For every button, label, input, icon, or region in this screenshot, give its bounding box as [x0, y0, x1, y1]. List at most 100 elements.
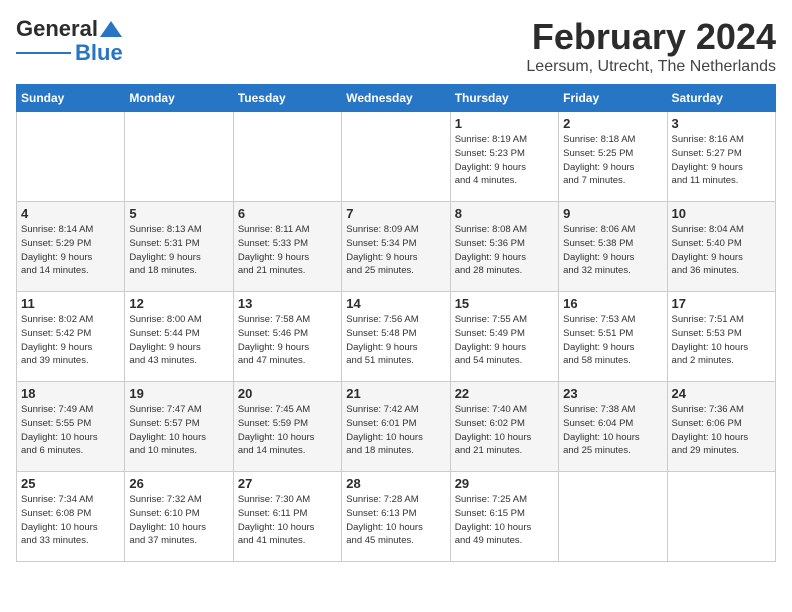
calendar-day-cell: 21 Sunrise: 7:42 AM Sunset: 6:01 PM Dayli…: [342, 382, 450, 472]
day-number: 2: [563, 116, 662, 131]
day-info: Sunrise: 7:45 AM Sunset: 5:59 PM Dayligh…: [238, 403, 337, 458]
day-number: 19: [129, 386, 228, 401]
calendar-day-cell: 1 Sunrise: 8:19 AM Sunset: 5:23 PM Daylig…: [450, 112, 558, 202]
day-info: Sunrise: 7:38 AM Sunset: 6:04 PM Dayligh…: [563, 403, 662, 458]
day-number: 26: [129, 476, 228, 491]
weekday-header: Sunday: [17, 85, 125, 112]
calendar-day-cell: 2 Sunrise: 8:18 AM Sunset: 5:25 PM Daylig…: [559, 112, 667, 202]
calendar-day-cell: 23 Sunrise: 7:38 AM Sunset: 6:04 PM Dayli…: [559, 382, 667, 472]
day-number: 27: [238, 476, 337, 491]
day-number: 8: [455, 206, 554, 221]
calendar-day-cell: 19 Sunrise: 7:47 AM Sunset: 5:57 PM Dayli…: [125, 382, 233, 472]
day-number: 28: [346, 476, 445, 491]
calendar-day-cell: 14 Sunrise: 7:56 AM Sunset: 5:48 PM Dayli…: [342, 292, 450, 382]
day-info: Sunrise: 8:04 AM Sunset: 5:40 PM Dayligh…: [672, 223, 771, 278]
calendar-empty-cell: [125, 112, 233, 202]
day-number: 25: [21, 476, 120, 491]
calendar-day-cell: 16 Sunrise: 7:53 AM Sunset: 5:51 PM Dayli…: [559, 292, 667, 382]
day-info: Sunrise: 7:55 AM Sunset: 5:49 PM Dayligh…: [455, 313, 554, 368]
calendar-day-cell: 4Sunrise: 8:14 AM Sunset: 5:29 PM Daylig…: [17, 202, 125, 292]
day-info: Sunrise: 7:56 AM Sunset: 5:48 PM Dayligh…: [346, 313, 445, 368]
day-number: 9: [563, 206, 662, 221]
logo-general: General: [16, 16, 98, 42]
weekday-header: Thursday: [450, 85, 558, 112]
day-number: 15: [455, 296, 554, 311]
calendar-day-cell: 9 Sunrise: 8:06 AM Sunset: 5:38 PM Daylig…: [559, 202, 667, 292]
day-info: Sunrise: 7:58 AM Sunset: 5:46 PM Dayligh…: [238, 313, 337, 368]
day-info: Sunrise: 7:49 AM Sunset: 5:55 PM Dayligh…: [21, 403, 120, 458]
day-info: Sunrise: 8:11 AM Sunset: 5:33 PM Dayligh…: [238, 223, 337, 278]
day-info: Sunrise: 7:53 AM Sunset: 5:51 PM Dayligh…: [563, 313, 662, 368]
day-info: Sunrise: 8:09 AM Sunset: 5:34 PM Dayligh…: [346, 223, 445, 278]
calendar-empty-cell: [342, 112, 450, 202]
day-number: 3: [672, 116, 771, 131]
day-number: 4: [21, 206, 120, 221]
day-info: Sunrise: 7:25 AM Sunset: 6:15 PM Dayligh…: [455, 493, 554, 548]
day-info: Sunrise: 8:06 AM Sunset: 5:38 PM Dayligh…: [563, 223, 662, 278]
calendar-day-cell: 5Sunrise: 8:13 AM Sunset: 5:31 PM Daylig…: [125, 202, 233, 292]
calendar-day-cell: 26 Sunrise: 7:32 AM Sunset: 6:10 PM Dayli…: [125, 472, 233, 562]
day-number: 7: [346, 206, 445, 221]
day-number: 10: [672, 206, 771, 221]
calendar-week-row: 1 Sunrise: 8:19 AM Sunset: 5:23 PM Daylig…: [17, 112, 776, 202]
day-number: 20: [238, 386, 337, 401]
calendar-title: February 2024: [526, 16, 776, 58]
day-number: 23: [563, 386, 662, 401]
day-info: Sunrise: 8:13 AM Sunset: 5:31 PM Dayligh…: [129, 223, 228, 278]
logo-blue: Blue: [75, 40, 123, 66]
day-info: Sunrise: 7:28 AM Sunset: 6:13 PM Dayligh…: [346, 493, 445, 548]
calendar-day-cell: 11 Sunrise: 8:02 AM Sunset: 5:42 PM Dayli…: [17, 292, 125, 382]
day-info: Sunrise: 7:32 AM Sunset: 6:10 PM Dayligh…: [129, 493, 228, 548]
day-number: 12: [129, 296, 228, 311]
calendar-week-row: 11 Sunrise: 8:02 AM Sunset: 5:42 PM Dayli…: [17, 292, 776, 382]
calendar-day-cell: 8Sunrise: 8:08 AM Sunset: 5:36 PM Daylig…: [450, 202, 558, 292]
calendar-day-cell: 18 Sunrise: 7:49 AM Sunset: 5:55 PM Dayli…: [17, 382, 125, 472]
day-info: Sunrise: 7:34 AM Sunset: 6:08 PM Dayligh…: [21, 493, 120, 548]
day-info: Sunrise: 8:16 AM Sunset: 5:27 PM Dayligh…: [672, 133, 771, 188]
day-info: Sunrise: 8:18 AM Sunset: 5:25 PM Dayligh…: [563, 133, 662, 188]
day-number: 18: [21, 386, 120, 401]
calendar-week-row: 18 Sunrise: 7:49 AM Sunset: 5:55 PM Dayli…: [17, 382, 776, 472]
logo-underline: [16, 52, 71, 54]
day-number: 11: [21, 296, 120, 311]
day-info: Sunrise: 7:36 AM Sunset: 6:06 PM Dayligh…: [672, 403, 771, 458]
calendar-week-row: 4Sunrise: 8:14 AM Sunset: 5:29 PM Daylig…: [17, 202, 776, 292]
day-info: Sunrise: 8:02 AM Sunset: 5:42 PM Dayligh…: [21, 313, 120, 368]
calendar-day-cell: 7 Sunrise: 8:09 AM Sunset: 5:34 PM Daylig…: [342, 202, 450, 292]
day-number: 29: [455, 476, 554, 491]
calendar-day-cell: 24 Sunrise: 7:36 AM Sunset: 6:06 PM Dayli…: [667, 382, 775, 472]
calendar-day-cell: 10 Sunrise: 8:04 AM Sunset: 5:40 PM Dayli…: [667, 202, 775, 292]
day-info: Sunrise: 7:42 AM Sunset: 6:01 PM Dayligh…: [346, 403, 445, 458]
day-number: 24: [672, 386, 771, 401]
calendar-day-cell: 15 Sunrise: 7:55 AM Sunset: 5:49 PM Dayli…: [450, 292, 558, 382]
day-info: Sunrise: 8:19 AM Sunset: 5:23 PM Dayligh…: [455, 133, 554, 188]
calendar-day-cell: 20 Sunrise: 7:45 AM Sunset: 5:59 PM Dayli…: [233, 382, 341, 472]
calendar-day-cell: 3 Sunrise: 8:16 AM Sunset: 5:27 PM Daylig…: [667, 112, 775, 202]
calendar-empty-cell: [233, 112, 341, 202]
day-number: 17: [672, 296, 771, 311]
page-header: General Blue February 2024 Leersum, Utre…: [16, 16, 776, 76]
calendar-day-cell: 22Sunrise: 7:40 AM Sunset: 6:02 PM Dayli…: [450, 382, 558, 472]
day-info: Sunrise: 8:00 AM Sunset: 5:44 PM Dayligh…: [129, 313, 228, 368]
calendar-day-cell: 28 Sunrise: 7:28 AM Sunset: 6:13 PM Dayli…: [342, 472, 450, 562]
day-number: 16: [563, 296, 662, 311]
calendar-subtitle: Leersum, Utrecht, The Netherlands: [526, 58, 776, 76]
logo: General Blue: [16, 16, 123, 66]
calendar-day-cell: 13 Sunrise: 7:58 AM Sunset: 5:46 PM Dayli…: [233, 292, 341, 382]
calendar-day-cell: 27Sunrise: 7:30 AM Sunset: 6:11 PM Dayli…: [233, 472, 341, 562]
calendar-header-row: SundayMondayTuesdayWednesdayThursdayFrid…: [17, 85, 776, 112]
calendar-table: SundayMondayTuesdayWednesdayThursdayFrid…: [16, 84, 776, 562]
day-info: Sunrise: 7:47 AM Sunset: 5:57 PM Dayligh…: [129, 403, 228, 458]
weekday-header: Wednesday: [342, 85, 450, 112]
day-number: 13: [238, 296, 337, 311]
calendar-day-cell: 12 Sunrise: 8:00 AM Sunset: 5:44 PM Dayli…: [125, 292, 233, 382]
logo-icon: [100, 21, 122, 37]
day-number: 21: [346, 386, 445, 401]
day-number: 1: [455, 116, 554, 131]
calendar-day-cell: 6Sunrise: 8:11 AM Sunset: 5:33 PM Daylig…: [233, 202, 341, 292]
day-info: Sunrise: 7:40 AM Sunset: 6:02 PM Dayligh…: [455, 403, 554, 458]
day-number: 14: [346, 296, 445, 311]
calendar-empty-cell: [667, 472, 775, 562]
calendar-day-cell: 17Sunrise: 7:51 AM Sunset: 5:53 PM Dayli…: [667, 292, 775, 382]
weekday-header: Friday: [559, 85, 667, 112]
